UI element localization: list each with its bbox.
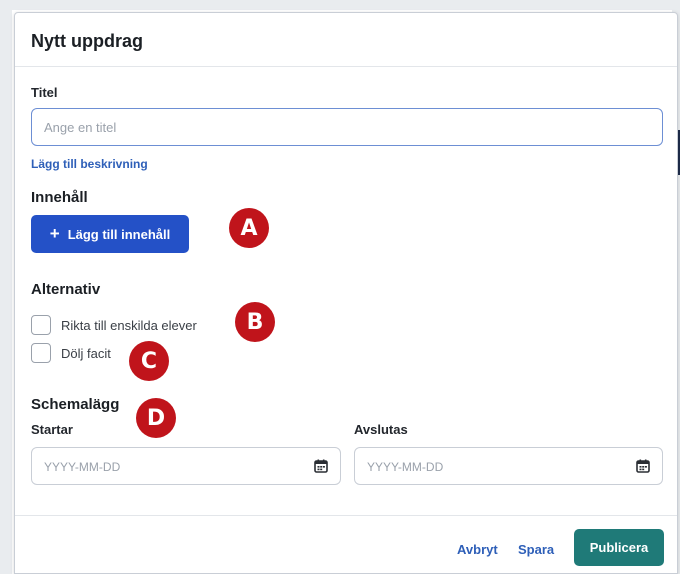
hide-answers-label: Dölj facit [61,345,111,361]
hide-answers-checkbox[interactable] [31,343,51,363]
save-button[interactable]: Spara [518,542,554,557]
footer-divider [15,515,677,516]
plus-icon: + [49,223,60,243]
target-students-checkbox[interactable] [31,315,51,335]
dialog-title: Nytt uppdrag [31,31,143,51]
title-input[interactable] [31,108,663,146]
calendar-icon[interactable] [636,459,650,473]
annotation-marker-c: C [129,341,169,381]
backdrop-strip-top [0,0,680,10]
annotation-marker-d: D [136,398,176,438]
title-label: Titel [31,85,58,100]
annotation-marker-a: A [229,208,269,248]
start-date-placeholder: YYYY-MM-DD [44,460,121,474]
option-hide-answers[interactable]: Dölj facit [31,343,111,363]
end-label: Avslutas [354,422,408,437]
target-students-label: Rikta till enskilda elever [61,317,197,333]
content-heading: Innehåll [31,189,88,206]
options-heading: Alternativ [31,281,101,298]
end-date-field[interactable]: YYYY-MM-DD [354,447,663,485]
calendar-icon[interactable] [314,459,328,473]
option-target-students[interactable]: Rikta till enskilda elever [31,315,197,335]
add-content-button[interactable]: + Lägg till innehåll [31,215,189,253]
schedule-heading: Schemalägg [31,396,120,413]
dialog-header: Nytt uppdrag [15,13,677,67]
end-date-placeholder: YYYY-MM-DD [367,460,444,474]
backdrop-strip-left [0,0,12,574]
start-date-field[interactable]: YYYY-MM-DD [31,447,341,485]
add-content-button-label: Lägg till innehåll [67,226,171,242]
add-description-link[interactable]: Lägg till beskrivning [31,157,148,171]
annotation-marker-b: B [235,302,275,342]
start-label: Startar [31,422,73,437]
new-assignment-dialog: Nytt uppdrag Titel Lägg till beskrivning… [14,12,678,574]
cancel-button[interactable]: Avbryt [457,542,498,557]
publish-button[interactable]: Publicera [574,529,664,566]
